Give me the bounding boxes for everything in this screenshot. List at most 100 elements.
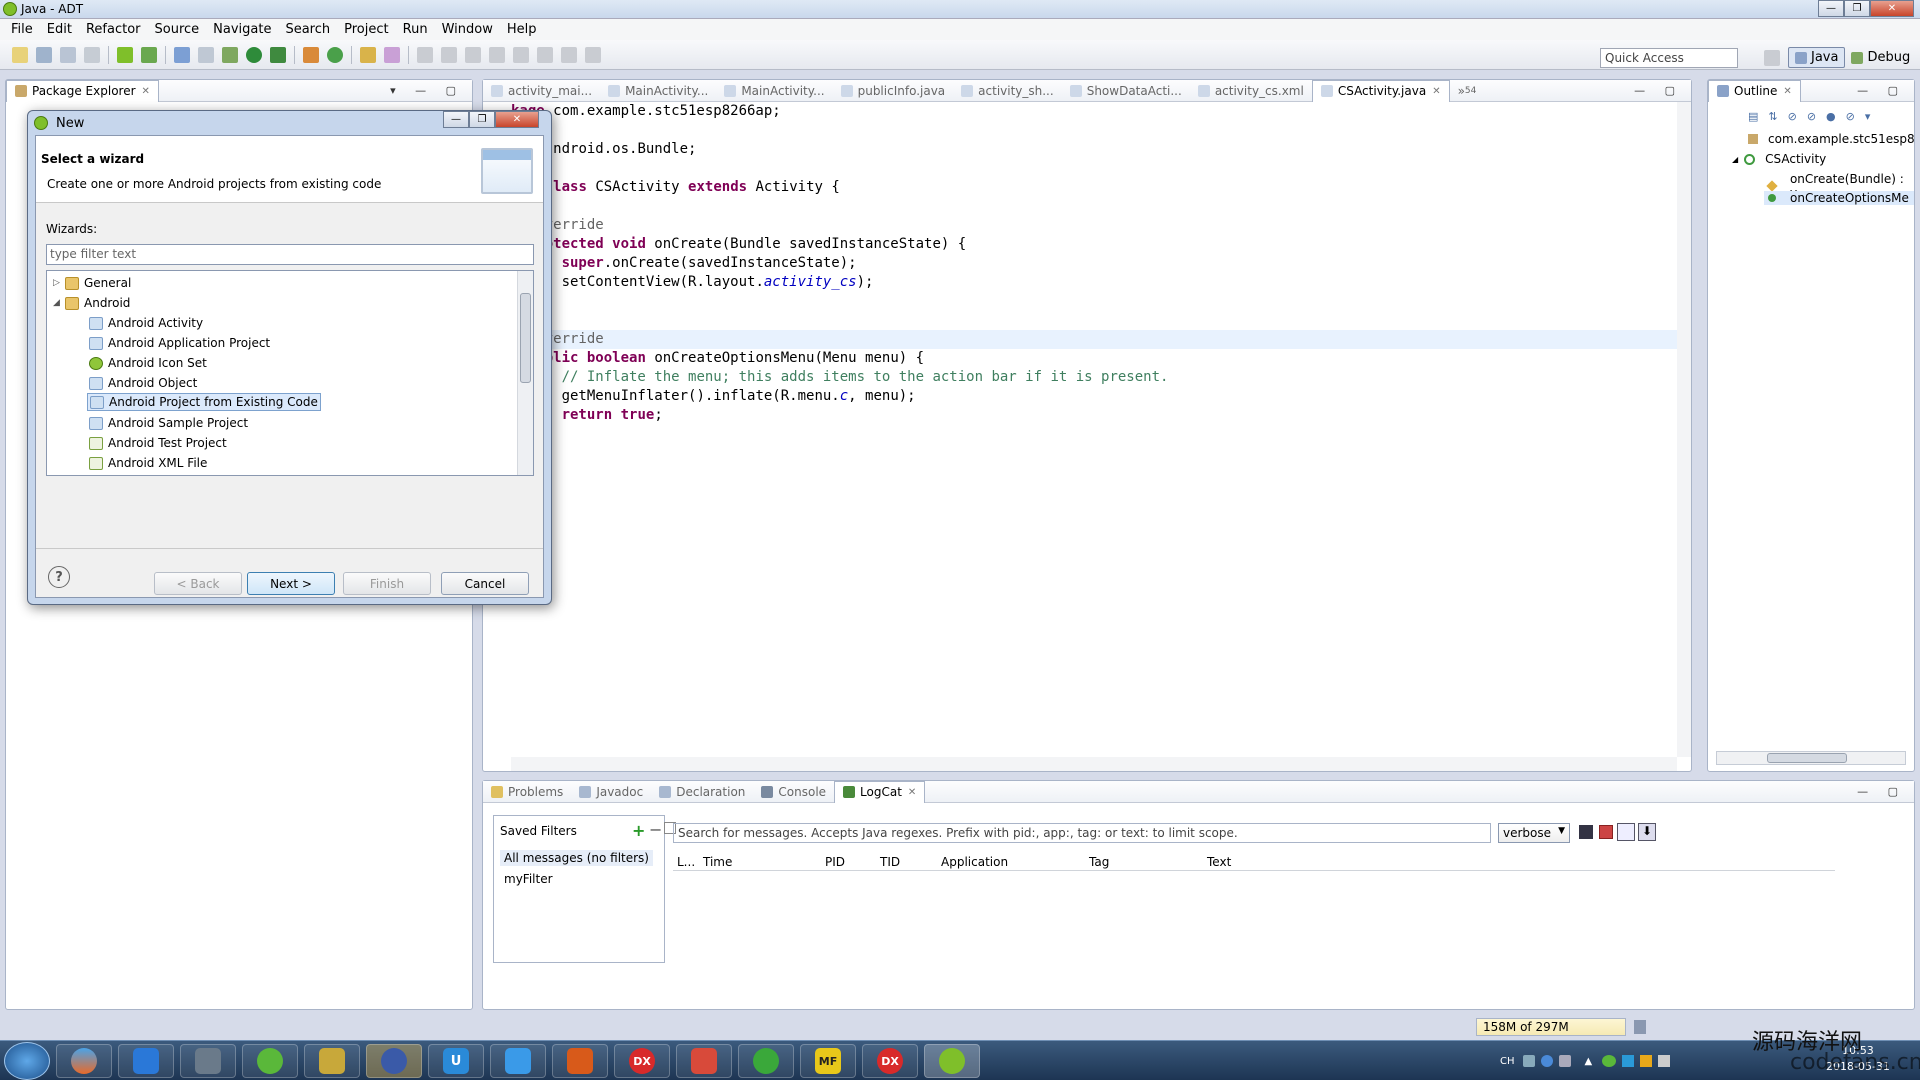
taskbar-app[interactable] bbox=[56, 1044, 112, 1078]
scrollbar-thumb[interactable] bbox=[1767, 753, 1847, 763]
add-filter-icon[interactable]: + bbox=[632, 821, 645, 840]
run-icon[interactable] bbox=[246, 46, 262, 63]
maximize-icon[interactable]: ❐ bbox=[469, 111, 495, 128]
menu-refactor[interactable]: Refactor bbox=[79, 22, 148, 37]
remove-filter-icon[interactable]: − bbox=[649, 820, 662, 839]
log-level-select[interactable]: verbose ▼ bbox=[1498, 823, 1570, 843]
logcat-search-input[interactable]: Search for messages. Accepts Java regexe… bbox=[673, 823, 1491, 843]
android-sdk-icon[interactable] bbox=[117, 46, 133, 63]
filter-all-messages[interactable]: All messages (no filters) bbox=[500, 850, 653, 866]
menu-window[interactable]: Window bbox=[435, 22, 500, 37]
finish-button[interactable]: Finish bbox=[343, 572, 431, 595]
open-perspective-icon[interactable] bbox=[1764, 49, 1780, 66]
new-java-class-icon[interactable] bbox=[327, 46, 343, 63]
taskbar-app[interactable] bbox=[676, 1044, 732, 1078]
perspective-java[interactable]: Java bbox=[1788, 47, 1846, 68]
editor-tab[interactable]: ShowDataActi... bbox=[1062, 84, 1190, 98]
taskbar-app[interactable]: U bbox=[428, 1044, 484, 1078]
input-language[interactable]: CH bbox=[1500, 1056, 1515, 1067]
outline-package[interactable]: com.example.stc51esp8 bbox=[1748, 132, 1915, 146]
tab-outline[interactable]: Outline ✕ bbox=[1708, 79, 1801, 102]
clear-log-icon[interactable] bbox=[1599, 825, 1613, 839]
back-icon[interactable] bbox=[537, 46, 553, 63]
taskbar-app[interactable] bbox=[180, 1044, 236, 1078]
editor-tab[interactable]: publicInfo.java bbox=[833, 84, 954, 98]
menu-navigate[interactable]: Navigate bbox=[206, 22, 278, 37]
start-button[interactable] bbox=[4, 1042, 50, 1080]
col-tid[interactable]: TID bbox=[880, 855, 900, 869]
quick-access-input[interactable]: Quick Access bbox=[1600, 48, 1738, 68]
minimize-icon[interactable]: — bbox=[443, 111, 469, 128]
taskbar-app[interactable] bbox=[118, 1044, 174, 1078]
tray-icon[interactable] bbox=[1622, 1055, 1635, 1067]
menu-run[interactable]: Run bbox=[396, 22, 435, 37]
tab-problems[interactable]: Problems bbox=[483, 785, 571, 799]
taskbar-app-adt[interactable] bbox=[924, 1044, 980, 1078]
close-tab-icon[interactable]: ✕ bbox=[142, 86, 150, 97]
tree-node-android[interactable]: ◢ Android bbox=[53, 294, 130, 312]
menu-edit[interactable]: Edit bbox=[40, 22, 79, 37]
taskbar-app[interactable] bbox=[738, 1044, 794, 1078]
heap-status[interactable]: 158M of 297M bbox=[1476, 1018, 1626, 1036]
taskbar-app[interactable] bbox=[242, 1044, 298, 1078]
tree-item[interactable]: Android Test Project bbox=[89, 434, 227, 452]
tree-item[interactable]: Android Application Project bbox=[89, 334, 270, 352]
tray-icon[interactable] bbox=[1522, 1055, 1535, 1067]
close-tab-icon[interactable]: ✕ bbox=[1783, 86, 1791, 97]
view-menu-icons[interactable]: ▾ — ▢ bbox=[390, 84, 464, 97]
help-icon[interactable] bbox=[1540, 1055, 1553, 1067]
tree-item[interactable]: Android Icon Set bbox=[89, 354, 207, 372]
tree-item[interactable]: Android Sample Project bbox=[89, 414, 248, 432]
debug-icon[interactable] bbox=[222, 46, 238, 63]
editor-horizontal-scrollbar[interactable] bbox=[511, 757, 1677, 771]
editor-tab[interactable]: activity_cs.xml bbox=[1190, 84, 1312, 98]
scroll-lock-icon[interactable]: ⬇ bbox=[1638, 823, 1656, 841]
tree-item[interactable]: Android Activity bbox=[89, 314, 203, 332]
tab-logcat[interactable]: LogCat ✕ bbox=[834, 780, 926, 803]
tree-item[interactable]: Android XML File bbox=[89, 454, 207, 472]
editor-tab[interactable]: activity_mai... bbox=[483, 84, 600, 98]
outline-toolbar-icons[interactable]: ▤⇅⊘⊘●⊘▾ bbox=[1748, 110, 1880, 123]
outline-horizontal-scrollbar[interactable] bbox=[1716, 751, 1906, 765]
cancel-button[interactable]: Cancel bbox=[441, 572, 529, 595]
close-icon[interactable]: ✕ bbox=[1870, 0, 1914, 17]
outline-method-selected[interactable]: onCreateOptionsMe bbox=[1764, 191, 1914, 205]
menu-file[interactable]: File bbox=[4, 22, 40, 37]
wechat-tray-icon[interactable] bbox=[1602, 1055, 1617, 1067]
taskbar-app[interactable] bbox=[304, 1044, 360, 1078]
editor-tab-active[interactable]: CSActivity.java ✕ bbox=[1311, 79, 1450, 102]
toggle-columns-icon[interactable] bbox=[1617, 823, 1635, 841]
save-all-icon[interactable] bbox=[60, 46, 76, 63]
menu-help[interactable]: Help bbox=[500, 22, 544, 37]
external-tools-icon[interactable] bbox=[270, 46, 286, 63]
col-application[interactable]: Application bbox=[941, 855, 1008, 869]
network-icon[interactable] bbox=[1658, 1055, 1671, 1067]
print-icon[interactable] bbox=[84, 46, 100, 63]
pin-editor-icon[interactable] bbox=[585, 46, 601, 63]
menu-project[interactable]: Project bbox=[337, 22, 395, 37]
expanded-arrow-icon[interactable]: ◢ bbox=[53, 298, 65, 308]
block-selection-icon[interactable] bbox=[441, 46, 457, 63]
outline-class[interactable]: ◢ CSActivity bbox=[1732, 152, 1826, 166]
maximize-icon[interactable]: ❐ bbox=[1844, 0, 1870, 17]
perspective-debug[interactable]: Debug bbox=[1845, 48, 1916, 67]
col-time[interactable]: Time bbox=[703, 855, 732, 869]
open-type-icon[interactable] bbox=[360, 46, 376, 63]
taskbar-app[interactable]: MF bbox=[800, 1044, 856, 1078]
back-button[interactable]: < Back bbox=[154, 572, 242, 595]
show-whitespace-icon[interactable] bbox=[465, 46, 481, 63]
taskbar-app[interactable]: DX bbox=[862, 1044, 918, 1078]
tab-console[interactable]: Console bbox=[753, 785, 834, 799]
col-pid[interactable]: PID bbox=[825, 855, 845, 869]
collapsed-arrow-icon[interactable]: ▷ bbox=[53, 278, 65, 288]
taskbar-app[interactable] bbox=[490, 1044, 546, 1078]
avd-manager-icon[interactable] bbox=[141, 46, 157, 63]
close-icon[interactable]: ✕ bbox=[495, 111, 539, 128]
help-icon[interactable]: ? bbox=[48, 566, 70, 588]
tab-package-explorer[interactable]: Package Explorer ✕ bbox=[6, 79, 159, 102]
close-tab-icon[interactable]: ✕ bbox=[1432, 86, 1440, 97]
tab-declaration[interactable]: Declaration bbox=[651, 785, 753, 799]
tree-scrollbar[interactable] bbox=[517, 271, 533, 475]
taskbar-app-active[interactable] bbox=[366, 1044, 422, 1078]
save-icon[interactable] bbox=[36, 46, 52, 63]
